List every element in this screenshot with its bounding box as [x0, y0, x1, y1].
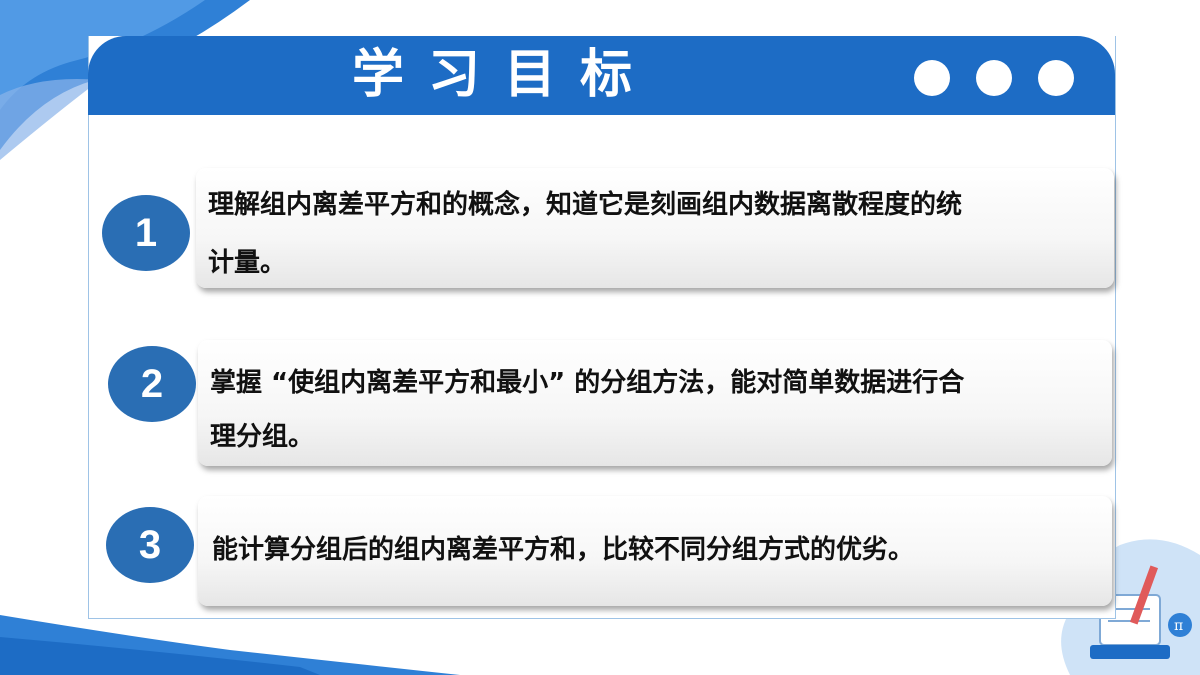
goal-number-2: 2: [108, 346, 196, 422]
goal-number-3: 3: [106, 507, 194, 583]
header-dot-1: [914, 60, 950, 96]
goal-number-1: 1: [102, 195, 190, 271]
header-dot-2: [976, 60, 1012, 96]
page-title: 学习目标: [352, 45, 657, 105]
goal-1-line-1: 理解组内离差平方和的概念，知道它是刻画组内数据离散程度的统: [208, 190, 963, 220]
header-dot-3: [1038, 60, 1074, 96]
goal-3-line-1: 能计算分组后的组内离差平方和，比较不同分组方式的优劣。: [212, 535, 915, 565]
goal-2-line-1: 掌握 “使组内离差平方和最小” 的分组方法，能对简单数据进行合: [210, 368, 965, 398]
header-dots: [914, 60, 1074, 96]
illustration-pi: π: [1174, 618, 1183, 634]
goal-1-line-2: 计量。: [208, 248, 287, 278]
goal-2-line-2: 理分组。: [210, 422, 315, 452]
